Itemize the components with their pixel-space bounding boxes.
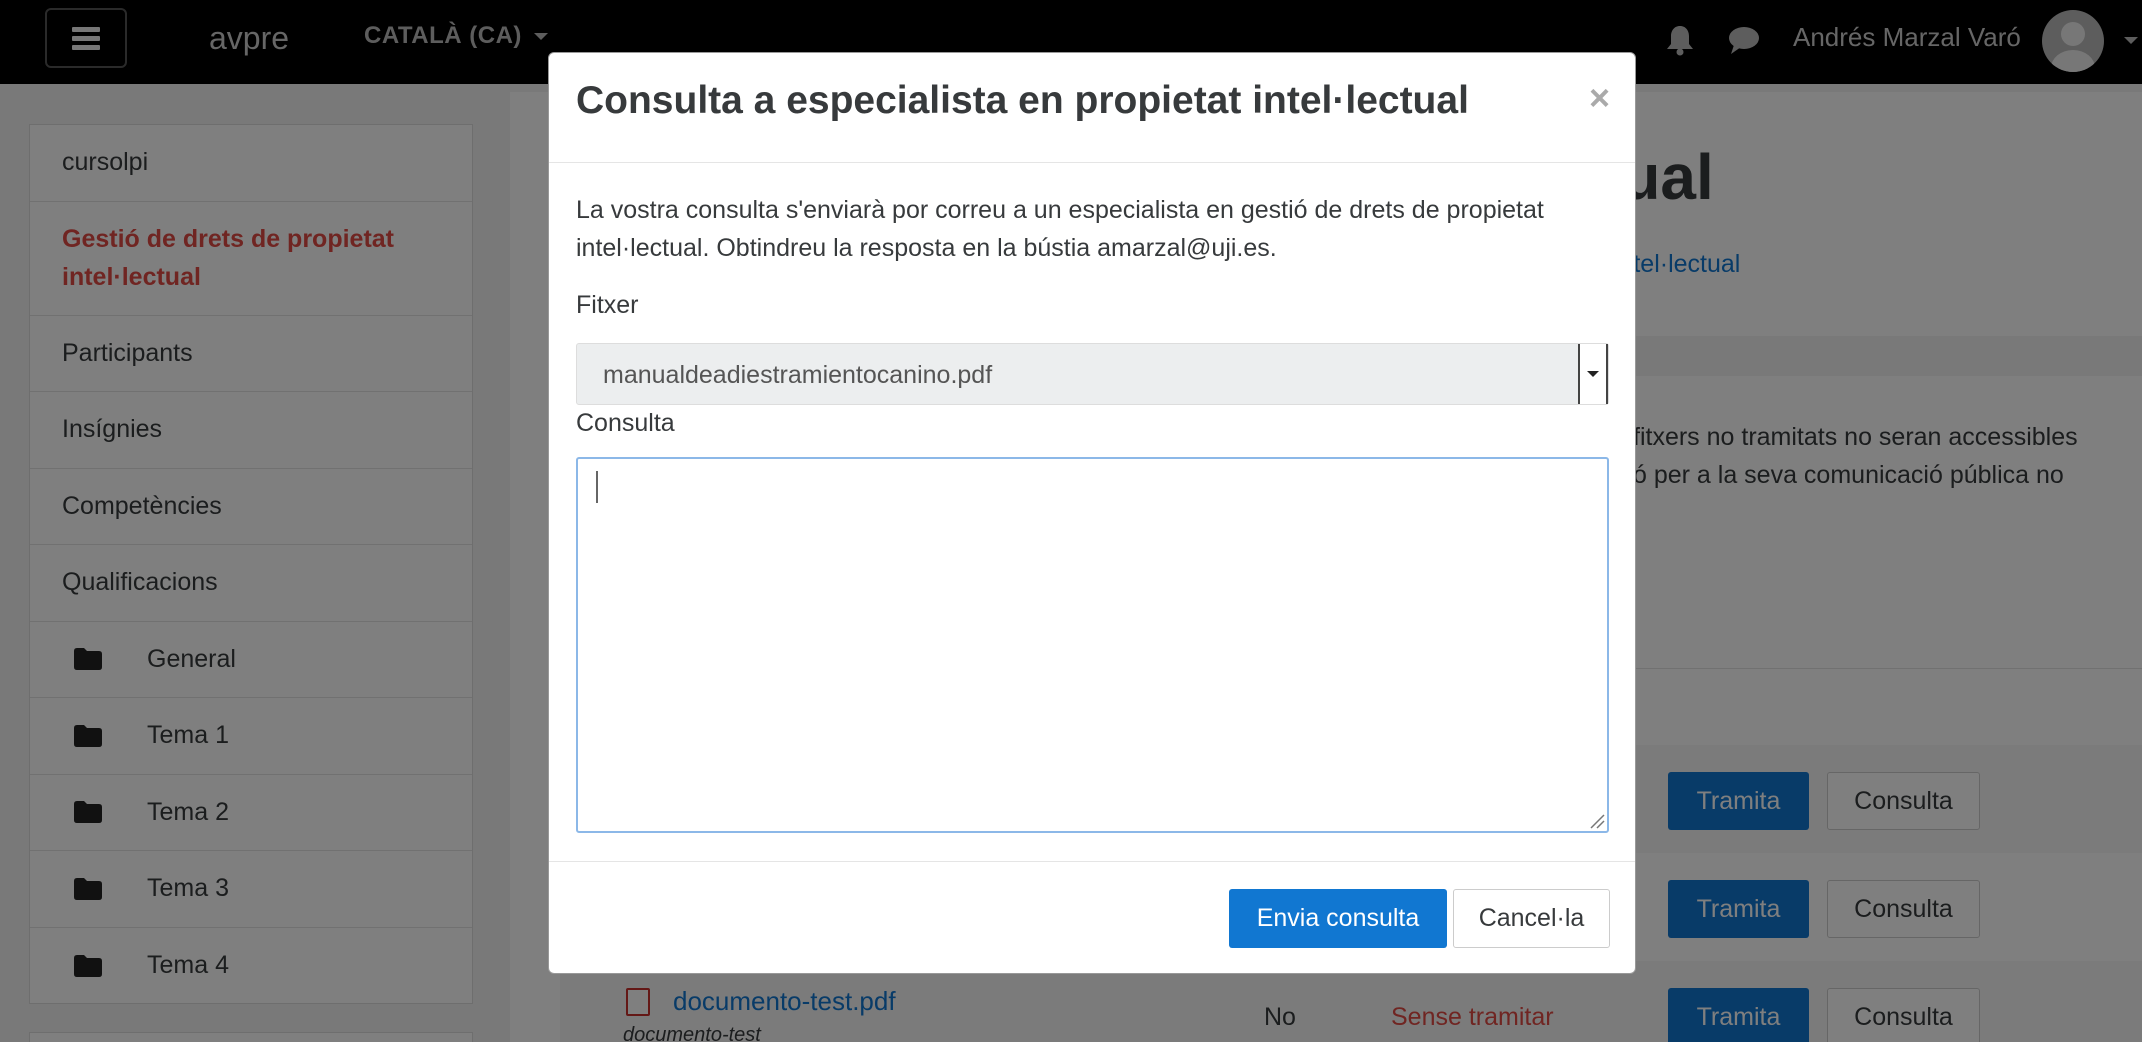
chevron-down-icon[interactable]	[1578, 344, 1608, 404]
ip-consultation-dialog: Consulta a especialista en propietat int…	[548, 52, 1636, 974]
resize-handle-icon[interactable]	[1587, 811, 1605, 829]
cancel-button[interactable]: Cancel·la	[1453, 889, 1610, 948]
modal-footer-divider	[549, 861, 1635, 862]
file-select[interactable]: manualdeadiestramientocanino.pdf	[576, 343, 1609, 405]
modal-description: La vostra consulta s'enviarà por correu …	[576, 196, 1544, 262]
query-field-label: Consulta	[576, 409, 675, 437]
close-icon[interactable]: ×	[1589, 77, 1610, 119]
text-cursor	[596, 471, 598, 503]
modal-title: Consulta a especialista en propietat int…	[576, 79, 1469, 122]
query-textarea[interactable]	[576, 457, 1609, 833]
file-select-value: manualdeadiestramientocanino.pdf	[603, 361, 993, 389]
modal-header: Consulta a especialista en propietat int…	[549, 53, 1635, 163]
file-field-label: Fitxer	[576, 291, 639, 319]
send-query-button[interactable]: Envia consulta	[1229, 889, 1447, 948]
